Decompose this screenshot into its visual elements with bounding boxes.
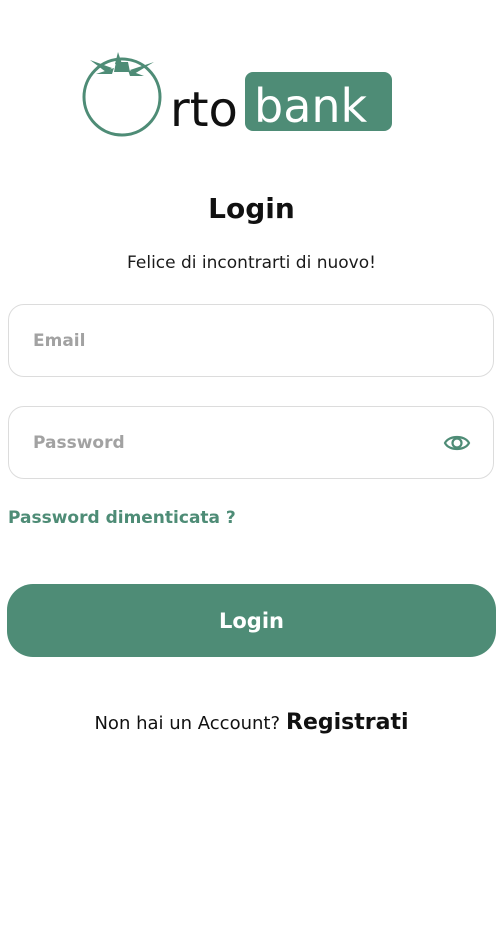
tomato-leaves-icon xyxy=(90,52,154,76)
logo-text-rto: rto xyxy=(170,82,238,138)
ortobank-logo: rto bank xyxy=(82,50,394,138)
register-row: Non hai un Account? Registrati xyxy=(0,710,503,735)
register-prompt: Non hai un Account? xyxy=(94,713,281,734)
page-title: Login xyxy=(208,192,295,225)
email-field-container xyxy=(8,304,494,377)
logo-graphic: rto bank xyxy=(82,52,392,138)
register-link[interactable]: Registrati xyxy=(286,710,409,735)
logo-text-bank: bank xyxy=(254,79,368,133)
password-input[interactable] xyxy=(33,407,433,478)
login-button[interactable]: Login xyxy=(7,584,496,657)
password-field-container xyxy=(8,406,494,479)
forgot-password-link[interactable]: Password dimenticata ? xyxy=(8,508,236,528)
eye-icon[interactable] xyxy=(443,430,471,456)
email-input[interactable] xyxy=(33,305,433,376)
page-subtitle: Felice di incontrarti di nuovo! xyxy=(127,253,376,273)
